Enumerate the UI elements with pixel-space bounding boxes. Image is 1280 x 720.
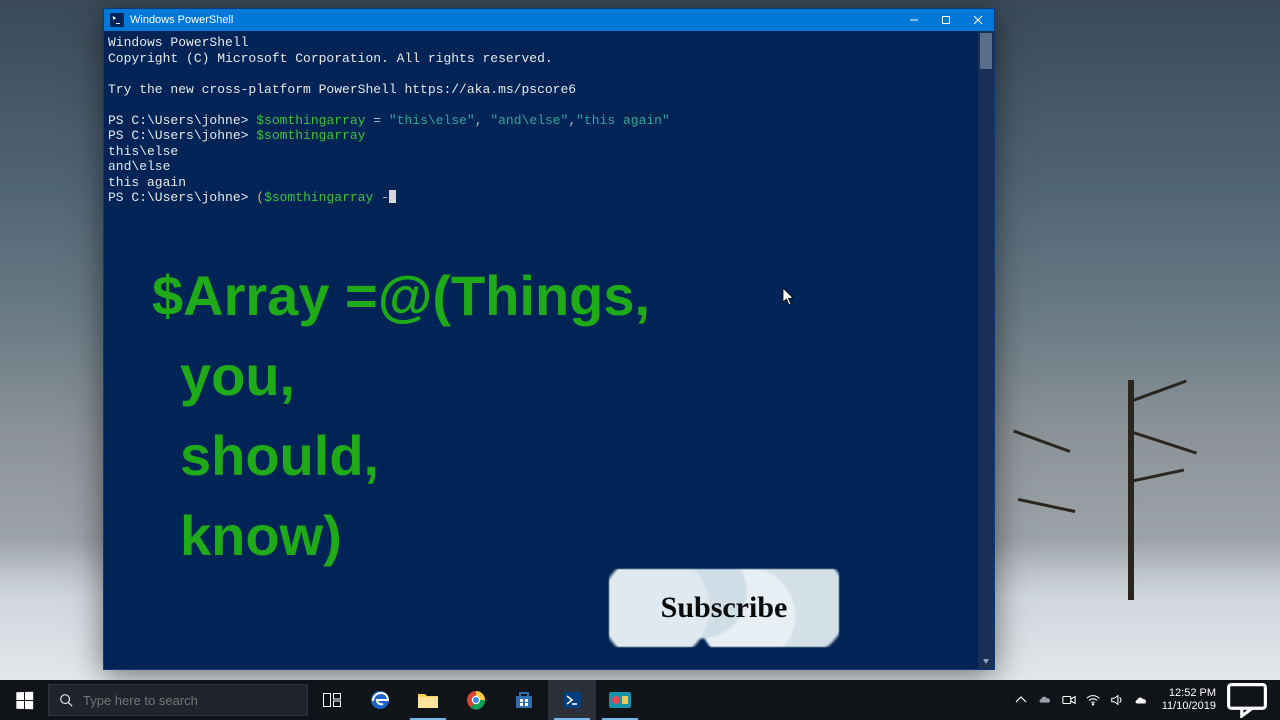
taskbar-app-edge[interactable]: [356, 680, 404, 720]
terminal-banner-line: Windows PowerShell: [108, 35, 248, 50]
clock-date: 11/10/2019: [1162, 700, 1216, 713]
action-center-button[interactable]: [1226, 682, 1268, 719]
variable: $somthingarray: [256, 128, 365, 143]
powershell-taskbar-icon: [562, 690, 582, 710]
taskbar: 12:52 PM 11/10/2019: [0, 680, 1280, 720]
text-cursor: [389, 190, 396, 203]
overlay-line-4: know): [152, 496, 650, 576]
operator: =: [373, 113, 389, 128]
tray-overflow-button[interactable]: [1010, 680, 1032, 720]
terminal-hint-line: Try the new cross-platform PowerShell ht…: [108, 82, 576, 97]
comma: ,: [568, 113, 576, 128]
tray-meet-now[interactable]: [1058, 680, 1080, 720]
terminal-line: PS C:\Users\johne> $somthingarray = "thi…: [108, 113, 986, 129]
string-literal: "this again": [576, 113, 670, 128]
terminal-output: this\else: [108, 144, 178, 159]
powershell-window: Windows PowerShell Windows PowerShell Co…: [103, 8, 995, 670]
chevron-up-icon: [1014, 693, 1028, 707]
task-view-button[interactable]: [308, 680, 356, 720]
tray-wifi[interactable]: [1082, 680, 1104, 720]
cloud-icon: [1134, 693, 1148, 707]
edge-icon: [369, 689, 391, 711]
overlay-line-3: should,: [152, 416, 650, 496]
scrollbar[interactable]: [978, 31, 994, 669]
powershell-icon: [110, 13, 124, 27]
overlay-title: $Array =@(Things, you, should, know): [152, 256, 650, 576]
terminal-line: PS C:\Users\johne> ($somthingarray -: [108, 190, 986, 206]
wifi-icon: [1086, 693, 1100, 707]
clock-time: 12:52 PM: [1162, 687, 1216, 700]
tray-onedrive[interactable]: [1034, 680, 1056, 720]
terminal-line: PS C:\Users\johne> $somthingarray: [108, 128, 986, 144]
tray-cloud[interactable]: [1130, 680, 1152, 720]
prompt: PS C:\Users\johne>: [108, 113, 248, 128]
taskbar-search-input[interactable]: [83, 693, 297, 708]
taskbar-search[interactable]: [48, 684, 308, 716]
window-titlebar[interactable]: Windows PowerShell: [104, 9, 994, 31]
task-view-icon: [323, 693, 341, 707]
scrollbar-thumb[interactable]: [980, 33, 992, 69]
terminal-output: this again: [108, 175, 186, 190]
tray-volume[interactable]: [1106, 680, 1128, 720]
windows-logo-icon: [16, 691, 33, 709]
taskbar-app-store[interactable]: [500, 680, 548, 720]
terminal-output: and\else: [108, 159, 170, 174]
taskbar-app-screenrec[interactable]: [596, 680, 644, 720]
start-button[interactable]: [0, 680, 48, 720]
notification-icon: [1226, 682, 1268, 719]
comma: ,: [475, 113, 491, 128]
taskbar-app-chrome[interactable]: [452, 680, 500, 720]
chrome-icon: [466, 690, 486, 710]
prompt: PS C:\Users\johne>: [108, 190, 248, 205]
taskbar-clock[interactable]: 12:52 PM 11/10/2019: [1154, 687, 1224, 713]
subscribe-label: Subscribe: [661, 600, 788, 616]
subscribe-button[interactable]: Subscribe: [609, 569, 839, 647]
camera-icon: [1062, 693, 1076, 707]
screenrec-icon: [609, 692, 631, 708]
variable: $somthingarray: [256, 113, 365, 128]
paren: (: [256, 190, 264, 205]
microsoft-store-icon: [514, 690, 534, 710]
minimize-button[interactable]: [898, 9, 930, 31]
taskbar-app-powershell[interactable]: [548, 680, 596, 720]
variable: $somthingarray: [264, 190, 373, 205]
onedrive-icon: [1038, 693, 1052, 707]
taskbar-app-file-explorer[interactable]: [404, 680, 452, 720]
scrollbar-down[interactable]: [978, 653, 994, 669]
file-explorer-icon: [417, 691, 439, 709]
window-title: Windows PowerShell: [130, 9, 233, 31]
terminal-copyright-line: Copyright (C) Microsoft Corporation. All…: [108, 51, 553, 66]
close-button[interactable]: [962, 9, 994, 31]
terminal-body[interactable]: Windows PowerShell Copyright (C) Microso…: [104, 31, 994, 669]
mouse-cursor-icon: [782, 287, 796, 307]
operator: -: [373, 190, 389, 205]
overlay-line-1: $Array =@(Things,: [152, 264, 650, 327]
prompt: PS C:\Users\johne>: [108, 128, 248, 143]
string-literal: "this\else": [389, 113, 475, 128]
string-literal: "and\else": [490, 113, 568, 128]
maximize-button[interactable]: [930, 9, 962, 31]
overlay-line-2: you,: [152, 336, 650, 416]
search-icon: [59, 693, 73, 707]
volume-icon: [1110, 693, 1124, 707]
